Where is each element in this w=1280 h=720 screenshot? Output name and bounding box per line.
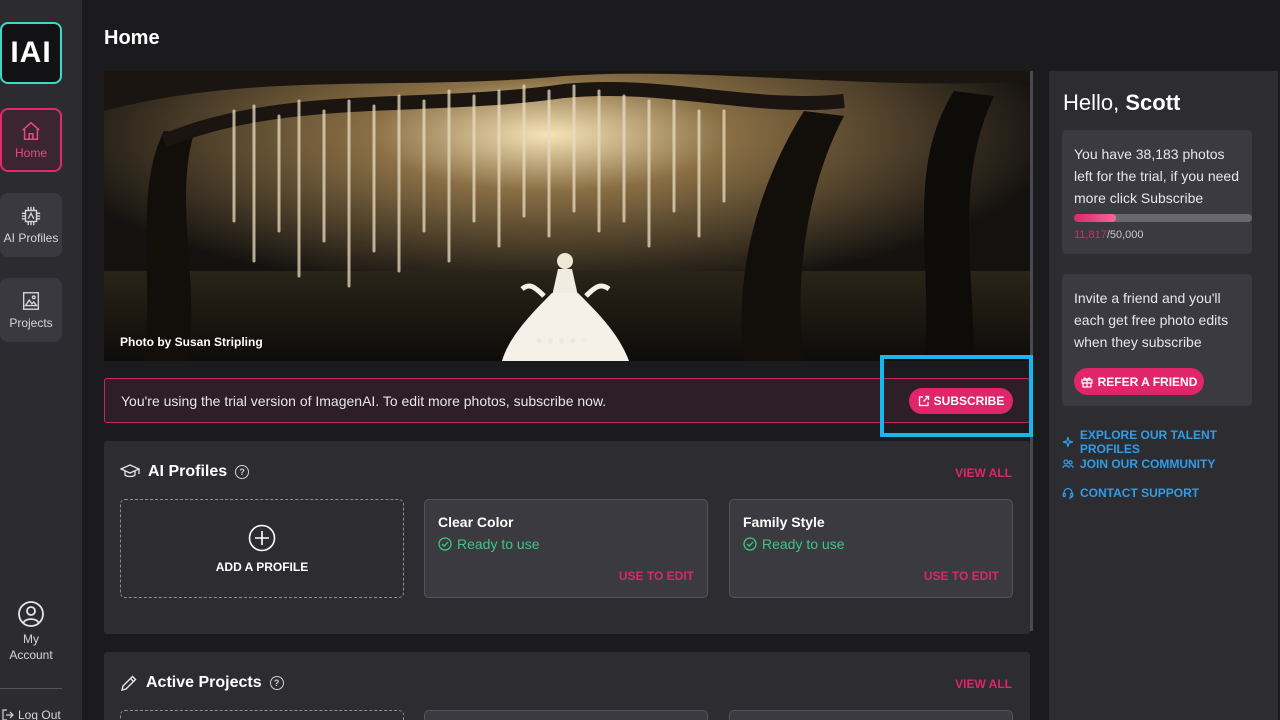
hero-image: [104, 71, 1030, 361]
add-profile-card[interactable]: ADD A PROFILE: [120, 499, 404, 598]
gift-icon: [1081, 377, 1093, 388]
account-label: My Account: [9, 632, 53, 662]
carousel-dot[interactable]: [570, 338, 575, 343]
logo-text: IAI: [10, 36, 52, 69]
trial-usage-card: You have 38,183 photos left for the tria…: [1062, 130, 1252, 254]
link-label: CONTACT SUPPORT: [1080, 486, 1200, 500]
trial-progress-fill: [1074, 214, 1117, 222]
headset-icon: [1062, 487, 1074, 499]
refer-label: REFER A FRIEND: [1097, 374, 1198, 389]
add-profile-label: ADD A PROFILE: [215, 559, 309, 574]
sidebar-item-label: Home: [14, 146, 47, 160]
profile-name: Clear Color: [438, 514, 514, 530]
active-projects-view-all[interactable]: VIEW ALL: [955, 677, 1012, 691]
main-scrollbar[interactable]: [1030, 71, 1033, 631]
join-community-link[interactable]: JOIN OUR COMMUNITY: [1062, 457, 1215, 471]
carousel-dot[interactable]: [548, 338, 553, 343]
carousel-dot[interactable]: [559, 338, 564, 343]
plus-circle-icon: [248, 524, 276, 551]
greeting-text: Hello,: [1063, 90, 1126, 115]
profile-name: Family Style: [743, 514, 825, 530]
help-icon[interactable]: ?: [269, 676, 284, 690]
ai-profiles-view-all[interactable]: VIEW ALL: [955, 466, 1012, 480]
profile-status: Ready to use: [438, 536, 540, 552]
profile-card-clear-color[interactable]: Clear Color Ready to use USE TO EDIT: [424, 499, 708, 598]
profile-status-text: Ready to use: [762, 536, 845, 552]
check-circle-icon: [438, 537, 452, 551]
check-circle-icon: [743, 537, 757, 551]
app-root: IAI Home AI Profiles Projects My Account…: [0, 0, 1280, 720]
explore-talent-profiles-link[interactable]: EXPLORE OUR TALENT PROFILES: [1062, 428, 1278, 456]
sidebar-item-ai-profiles[interactable]: AI Profiles: [0, 193, 62, 257]
ai-profiles-title: AI Profiles: [148, 463, 228, 480]
chip-icon: [21, 206, 41, 226]
sidebar-item-label: AI Profiles: [3, 231, 59, 245]
logout-icon: [2, 709, 14, 720]
carousel-dot-active[interactable]: [581, 338, 586, 343]
sparkle-icon: [1062, 436, 1074, 448]
active-projects-title: Active Projects: [146, 674, 262, 691]
image-icon: [22, 292, 40, 310]
photos-used: 11,817: [1074, 229, 1107, 241]
profile-card-family-style[interactable]: Family Style Ready to use USE TO EDIT: [729, 499, 1013, 598]
invite-text: Invite a friend and you'll each get free…: [1074, 290, 1229, 350]
subscribe-highlight-box: [880, 355, 1033, 437]
active-projects-panel: Active Projects ? VIEW ALL: [104, 652, 1030, 720]
help-icon[interactable]: ?: [235, 465, 250, 479]
logout-label: Log Out: [18, 708, 61, 720]
use-to-edit-link[interactable]: USE TO EDIT: [924, 569, 999, 583]
add-project-card[interactable]: [120, 710, 404, 720]
profile-status: Ready to use: [743, 536, 845, 552]
carousel-dots: [537, 338, 586, 343]
page-title: Home: [104, 27, 160, 49]
graduation-cap-icon: [120, 464, 140, 478]
greeting: Hello, Scott: [1063, 90, 1180, 116]
sidebar-item-my-account[interactable]: My Account: [0, 600, 62, 663]
pencil-icon: [121, 675, 137, 691]
photo-credit: Photo by Susan Stripling: [120, 335, 263, 349]
carousel-dot[interactable]: [537, 338, 542, 343]
logout-button[interactable]: Log Out: [2, 708, 61, 720]
sidebar: IAI Home AI Profiles Projects My Account…: [0, 0, 82, 720]
ai-profiles-header: AI Profiles ?: [120, 463, 250, 481]
sidebar-divider: [0, 688, 62, 689]
project-card[interactable]: [424, 710, 708, 720]
sidebar-item-projects[interactable]: Projects: [0, 278, 62, 342]
sidebar-item-label: Projects: [9, 316, 53, 330]
photos-total: /50,000: [1106, 229, 1144, 241]
trial-usage-text: You have 38,183 photos left for the tria…: [1074, 146, 1239, 206]
hero-carousel[interactable]: Photo by Susan Stripling: [104, 71, 1030, 361]
sidebar-item-home[interactable]: Home: [0, 108, 62, 172]
contact-support-link[interactable]: CONTACT SUPPORT: [1062, 486, 1199, 500]
user-circle-icon: [18, 601, 44, 627]
link-label: JOIN OUR COMMUNITY: [1080, 457, 1216, 471]
active-projects-header: Active Projects ?: [120, 674, 284, 692]
right-panel: Hello, Scott You have 38,183 photos left…: [1049, 71, 1278, 720]
trial-banner-text: You're using the trial version of Imagen…: [121, 393, 607, 409]
home-icon: [22, 121, 40, 140]
profile-status-text: Ready to use: [457, 536, 540, 552]
project-card[interactable]: [729, 710, 1013, 720]
trial-usage-count: 11,817/50,000: [1074, 229, 1144, 241]
app-logo[interactable]: IAI: [0, 22, 62, 84]
trial-progress-bar: [1074, 214, 1252, 222]
invite-card: Invite a friend and you'll each get free…: [1062, 274, 1252, 406]
user-name: Scott: [1125, 90, 1181, 115]
ai-profiles-panel: AI Profiles ? VIEW ALL ADD A PROFILE Cle…: [104, 441, 1030, 634]
people-icon: [1062, 459, 1074, 469]
refer-a-friend-button[interactable]: REFER A FRIEND: [1074, 368, 1204, 395]
use-to-edit-link[interactable]: USE TO EDIT: [619, 569, 694, 583]
link-label: EXPLORE OUR TALENT PROFILES: [1079, 428, 1217, 456]
